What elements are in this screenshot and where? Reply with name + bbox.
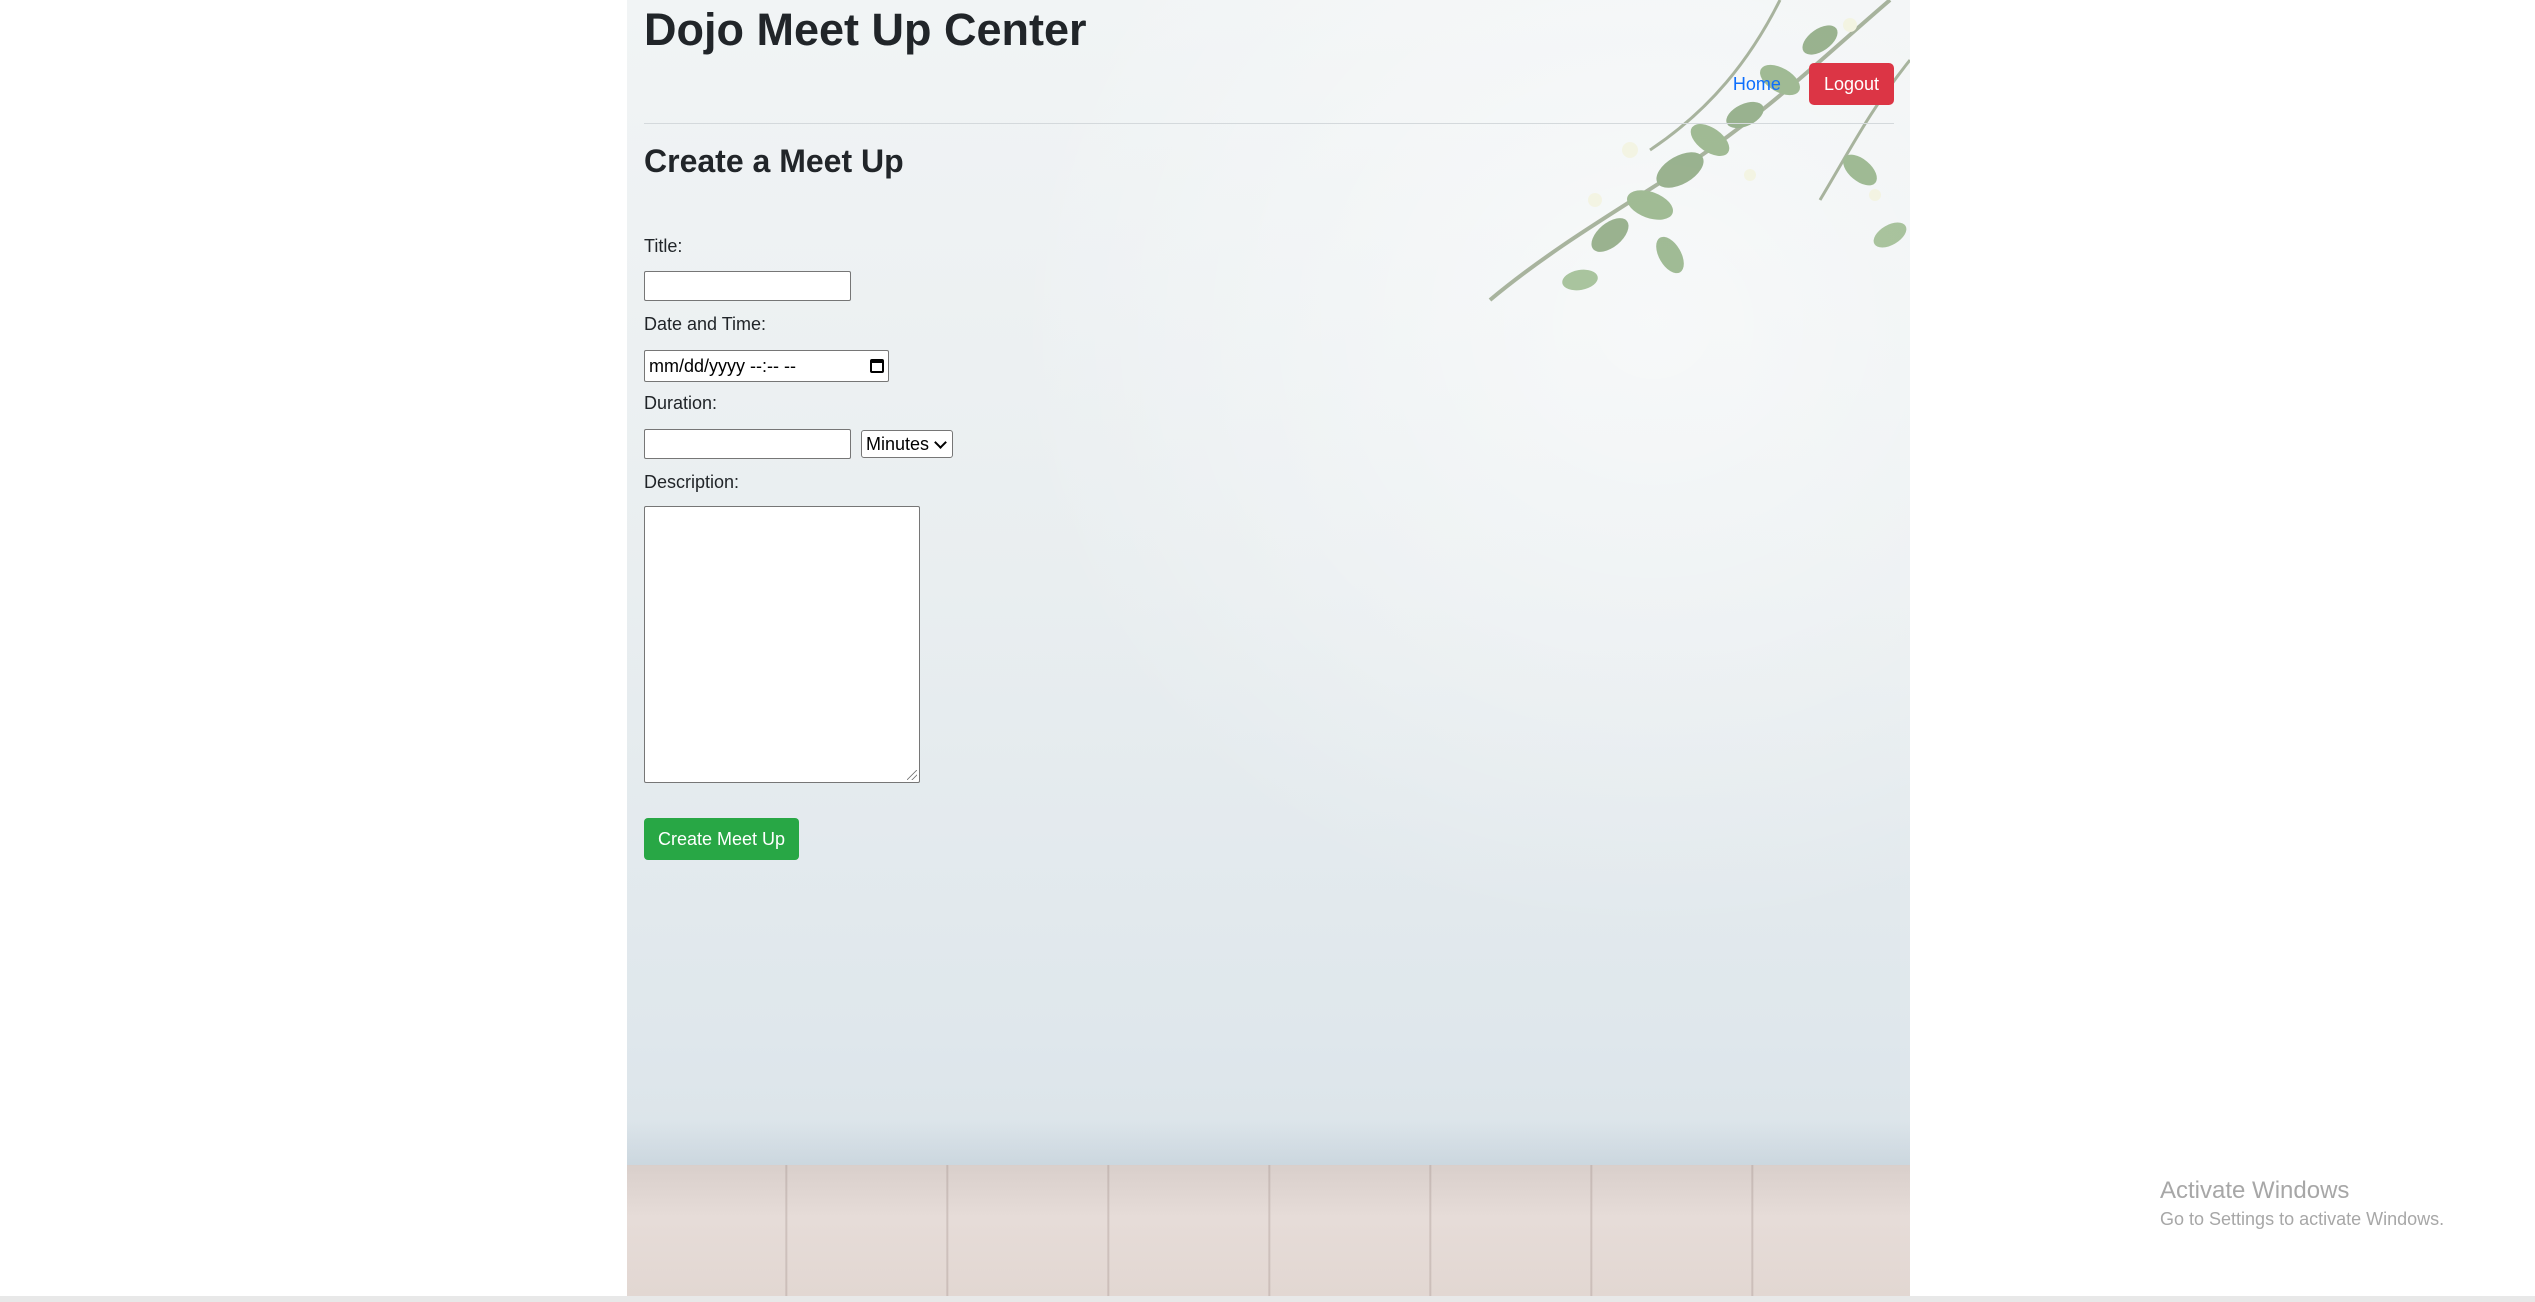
datetime-placeholder: mm/dd/yyyy --:-- -- [649, 355, 796, 376]
windows-activation-watermark: Activate Windows Go to Settings to activ… [2160, 1176, 2444, 1232]
bottom-strip [0, 1296, 2535, 1302]
description-textarea[interactable] [644, 506, 920, 783]
resize-grip-icon[interactable] [907, 770, 917, 780]
top-nav: Home Logout [1733, 63, 1894, 105]
background-floor [627, 1165, 1910, 1296]
chevron-down-icon [934, 435, 947, 449]
watermark-subtitle: Go to Settings to activate Windows. [2160, 1209, 2445, 1229]
leaf-decoration [1488, 0, 1910, 302]
datetime-input[interactable]: mm/dd/yyyy --:-- -- [644, 350, 889, 382]
wall-shadow [627, 1120, 1910, 1170]
duration-input[interactable] [644, 429, 851, 459]
datetime-label: Date and Time: [644, 314, 767, 334]
header-divider [644, 123, 1894, 124]
duration-label: Duration: [644, 393, 718, 413]
duration-unit-value: Minutes [866, 433, 930, 454]
description-label: Description: [644, 472, 740, 492]
create-meetup-button[interactable]: Create Meet Up [644, 818, 800, 860]
page-container: Dojo Meet Up Center Home Logout Create a… [627, 0, 1910, 1296]
calendar-icon[interactable] [870, 359, 884, 373]
home-link[interactable]: Home [1733, 74, 1781, 95]
title-label: Title: [644, 236, 683, 256]
site-title: Dojo Meet Up Center [644, 4, 1087, 55]
logout-button[interactable]: Logout [1808, 63, 1894, 105]
watermark-title: Activate Windows [2160, 1177, 2350, 1204]
form-heading: Create a Meet Up [644, 143, 904, 179]
duration-unit-select[interactable]: Minutes [861, 430, 954, 458]
title-input[interactable] [644, 271, 851, 301]
